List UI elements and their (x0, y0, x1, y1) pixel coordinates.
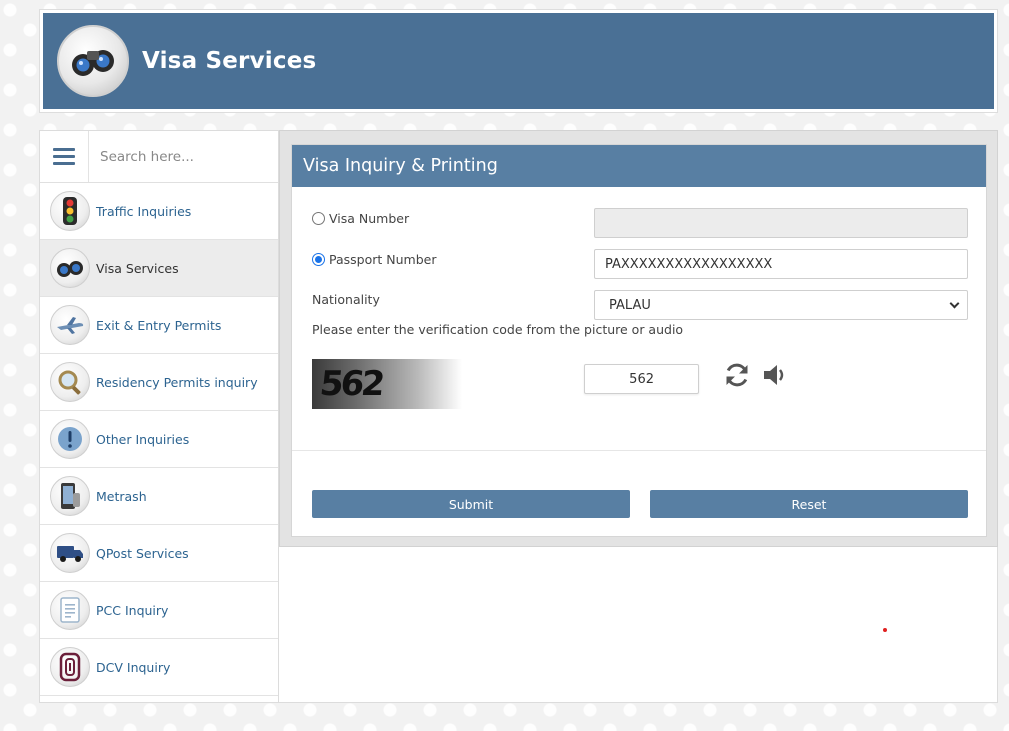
certificate-icon (50, 590, 90, 630)
sidebar: Traffic Inquiries Visa Services Exit & E… (39, 130, 279, 703)
sidebar-item-exit-entry-permits[interactable]: Exit & Entry Permits (40, 297, 278, 354)
search-input[interactable] (89, 131, 278, 182)
captcha-image: 562 (312, 359, 462, 409)
sidebar-item-label: Exit & Entry Permits (96, 317, 222, 333)
hamburger-icon (53, 148, 75, 165)
page-title: Visa Services (142, 48, 317, 74)
captcha-input[interactable] (584, 364, 699, 394)
nationality-value: PALAU (609, 297, 651, 313)
visa-number-option[interactable]: Visa Number (312, 211, 409, 226)
nationality-label: Nationality (312, 292, 380, 307)
cursor-marker (883, 628, 887, 632)
reset-button[interactable]: Reset (650, 490, 968, 518)
content-band: Visa Inquiry & Printing Visa Number Pass… (279, 130, 998, 547)
chevron-down-icon (949, 298, 960, 309)
visa-number-label: Visa Number (329, 211, 410, 226)
speaker-icon[interactable] (761, 362, 789, 388)
visa-inquiry-panel: Visa Inquiry & Printing Visa Number Pass… (291, 144, 987, 537)
panel-divider (292, 450, 986, 451)
nationality-select[interactable]: PALAU (594, 290, 968, 320)
sidebar-toolbar (40, 131, 278, 183)
airplane-icon (50, 305, 90, 345)
sidebar-item-label: PCC Inquiry (96, 602, 169, 618)
header-banner: Visa Services (43, 13, 994, 109)
binoculars-icon (50, 248, 90, 288)
site-header: Visa Services (39, 9, 998, 113)
traffic-light-icon (50, 191, 90, 231)
sidebar-item-label: DCV Inquiry (96, 659, 171, 675)
main-content: Visa Inquiry & Printing Visa Number Pass… (279, 130, 998, 703)
panel-title: Visa Inquiry & Printing (292, 145, 986, 187)
visa-number-radio[interactable] (312, 212, 325, 225)
sidebar-item-other-inquiries[interactable]: Other Inquiries (40, 411, 278, 468)
phone-icon (50, 476, 90, 516)
passport-number-radio[interactable] (312, 253, 325, 266)
sidebar-item-label: Other Inquiries (96, 431, 190, 447)
captcha-text: 562 (317, 364, 385, 404)
sidebar-item-visa-services[interactable]: Visa Services (40, 240, 278, 297)
dcv-logo-icon (50, 647, 90, 687)
passport-number-option[interactable]: Passport Number (312, 252, 436, 267)
passport-number-input[interactable] (594, 249, 968, 279)
submit-button[interactable]: Submit (312, 490, 630, 518)
sidebar-item-residency-permits[interactable]: Residency Permits inquiry (40, 354, 278, 411)
sidebar-item-dcv-inquiry[interactable]: DCV Inquiry (40, 639, 278, 696)
passport-number-label: Passport Number (329, 252, 437, 267)
visa-number-input[interactable] (594, 208, 968, 238)
menu-toggle-button[interactable] (40, 131, 89, 182)
exclamation-icon (50, 419, 90, 459)
sidebar-item-label: QPost Services (96, 545, 189, 561)
delivery-truck-icon (50, 533, 90, 573)
sidebar-item-label: Residency Permits inquiry (96, 374, 258, 390)
sidebar-item-pcc-inquiry[interactable]: PCC Inquiry (40, 582, 278, 639)
sidebar-item-label: Metrash (96, 488, 147, 504)
magnifier-icon (50, 362, 90, 402)
sidebar-item-qpost-services[interactable]: QPost Services (40, 525, 278, 582)
refresh-icon[interactable] (723, 361, 751, 389)
sidebar-item-label: Traffic Inquiries (96, 203, 192, 219)
sidebar-item-metrash[interactable]: Metrash (40, 468, 278, 525)
binoculars-icon (57, 25, 129, 97)
verification-hint: Please enter the verification code from … (312, 322, 684, 337)
sidebar-item-label: Visa Services (96, 260, 179, 276)
sidebar-item-traffic-inquiries[interactable]: Traffic Inquiries (40, 183, 278, 240)
